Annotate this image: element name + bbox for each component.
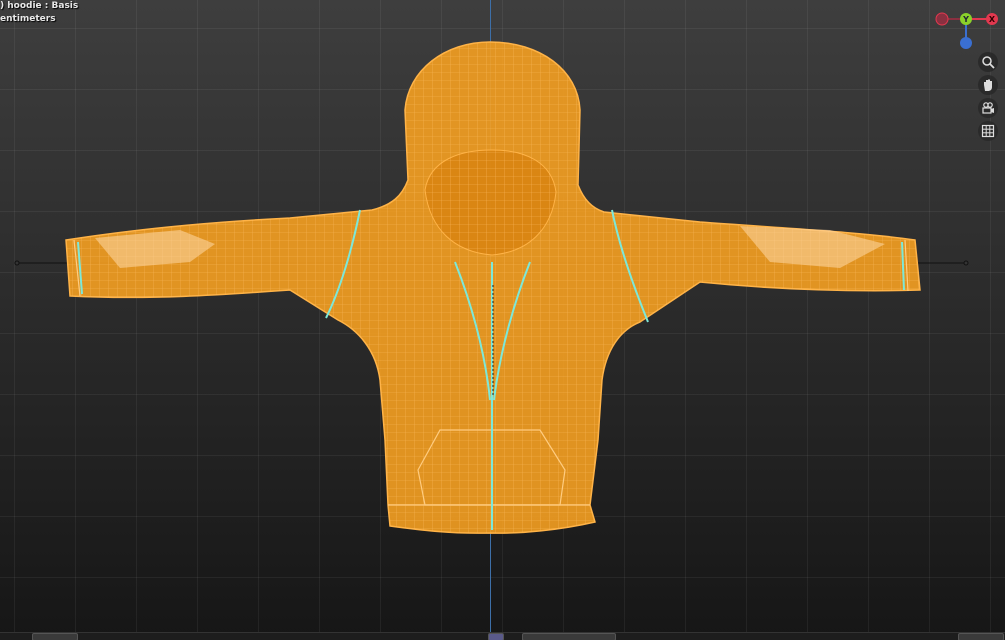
gizmo-y-label: Y bbox=[962, 15, 969, 24]
playback-button[interactable] bbox=[488, 633, 504, 640]
pan-hand-icon bbox=[984, 79, 992, 91]
3d-viewport[interactable]: ) hoodie : Basis entimeters Y X bbox=[0, 0, 1005, 640]
camera-view-button[interactable] bbox=[978, 98, 998, 118]
units-info: entimeters bbox=[0, 14, 56, 24]
zoom-button[interactable] bbox=[978, 52, 998, 72]
pan-button[interactable] bbox=[978, 75, 998, 95]
bone-joint-right bbox=[963, 260, 969, 266]
timeline-controls[interactable] bbox=[522, 633, 616, 640]
frame-field[interactable] bbox=[958, 633, 1004, 640]
object-info: ) hoodie : Basis bbox=[0, 1, 79, 11]
gizmo-z-icon[interactable] bbox=[960, 37, 972, 49]
zoom-icon bbox=[982, 56, 995, 69]
bone-joint-left bbox=[14, 260, 20, 266]
mode-dropdown[interactable] bbox=[32, 633, 78, 640]
gizmo-x-label: X bbox=[989, 15, 996, 24]
grid-icon bbox=[981, 124, 995, 138]
gizmo-neg-x-icon[interactable] bbox=[935, 12, 949, 26]
camera-icon bbox=[982, 102, 994, 114]
navigation-gizmo[interactable]: Y X bbox=[928, 2, 1005, 54]
toggle-view-button[interactable] bbox=[978, 121, 998, 141]
hoodie-mesh[interactable] bbox=[0, 0, 1005, 640]
